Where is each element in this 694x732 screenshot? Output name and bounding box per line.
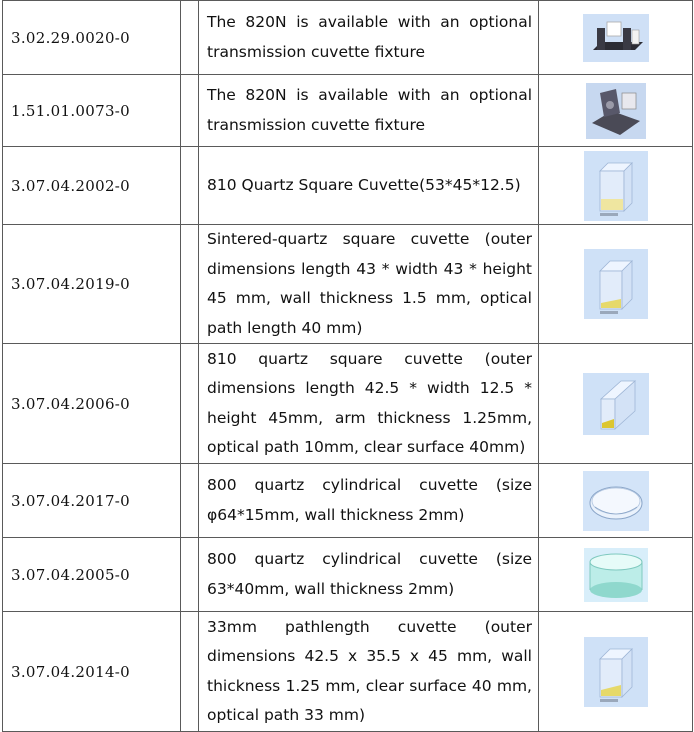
empty-cell <box>180 343 199 464</box>
product-image-cell <box>538 146 693 225</box>
cuvette-fixture-image <box>585 82 646 139</box>
petri-dish-cuvette-image <box>582 470 649 531</box>
table-row: 3.07.04.2002-0 810 Quartz Square Cuvette… <box>2 146 693 225</box>
table-row: 1.51.01.0073-0 The 820N is available wit… <box>2 74 693 147</box>
product-image-cell <box>538 537 693 612</box>
product-image-cell <box>538 74 693 147</box>
part-description: 800 quartz cylindrical cuvette (size 63*… <box>198 537 539 612</box>
product-image-cell <box>538 0 693 75</box>
product-image-cell <box>538 611 693 732</box>
empty-cell <box>180 611 199 732</box>
square-cuvette-image <box>582 372 649 435</box>
cylindrical-cuvette-image <box>583 547 648 602</box>
empty-cell <box>180 224 199 344</box>
part-description: 800 quartz cylindrical cuvette (size φ64… <box>198 463 539 538</box>
empty-cell <box>180 0 199 75</box>
part-code: 1.51.01.0073-0 <box>2 74 181 147</box>
table-row: 3.07.04.2019-0 Sintered-quartz square cu… <box>2 224 693 344</box>
part-code: 3.07.04.2002-0 <box>2 146 181 225</box>
square-cuvette-image <box>583 636 648 707</box>
part-description: The 820N is available with an optional t… <box>198 74 539 147</box>
square-cuvette-image <box>583 150 648 221</box>
products-table: 3.02.29.0020-0 The 820N is available wit… <box>2 0 693 732</box>
table-row: 3.07.04.2006-0 810 quartz square cuvette… <box>2 343 693 464</box>
part-code: 3.07.04.2006-0 <box>2 343 181 464</box>
part-code: 3.07.04.2019-0 <box>2 224 181 344</box>
part-description: Sintered-quartz square cuvette (outer di… <box>198 224 539 344</box>
empty-cell <box>180 74 199 147</box>
table-row: 3.07.04.2014-0 33mm pathlength cuvette (… <box>2 611 693 732</box>
part-description: 33mm pathlength cuvette (outer dimension… <box>198 611 539 732</box>
empty-cell <box>180 146 199 225</box>
product-image-cell <box>538 343 693 464</box>
empty-cell <box>180 537 199 612</box>
table-row: 3.07.04.2005-0 800 quartz cylindrical cu… <box>2 537 693 612</box>
part-description: 810 quartz square cuvette (outer dimensi… <box>198 343 539 464</box>
cuvette-fixture-image <box>582 13 649 62</box>
part-code: 3.07.04.2005-0 <box>2 537 181 612</box>
product-image-cell <box>538 463 693 538</box>
empty-cell <box>180 463 199 538</box>
part-description: The 820N is available with an optional t… <box>198 0 539 75</box>
table-row: 3.02.29.0020-0 The 820N is available wit… <box>2 0 693 75</box>
part-description: 810 Quartz Square Cuvette(53*45*12.5) <box>198 146 539 225</box>
product-image-cell <box>538 224 693 344</box>
table-row: 3.07.04.2017-0 800 quartz cylindrical cu… <box>2 463 693 538</box>
part-code: 3.07.04.2017-0 <box>2 463 181 538</box>
square-cuvette-image <box>583 249 648 319</box>
part-code: 3.07.04.2014-0 <box>2 611 181 732</box>
part-code: 3.02.29.0020-0 <box>2 0 181 75</box>
